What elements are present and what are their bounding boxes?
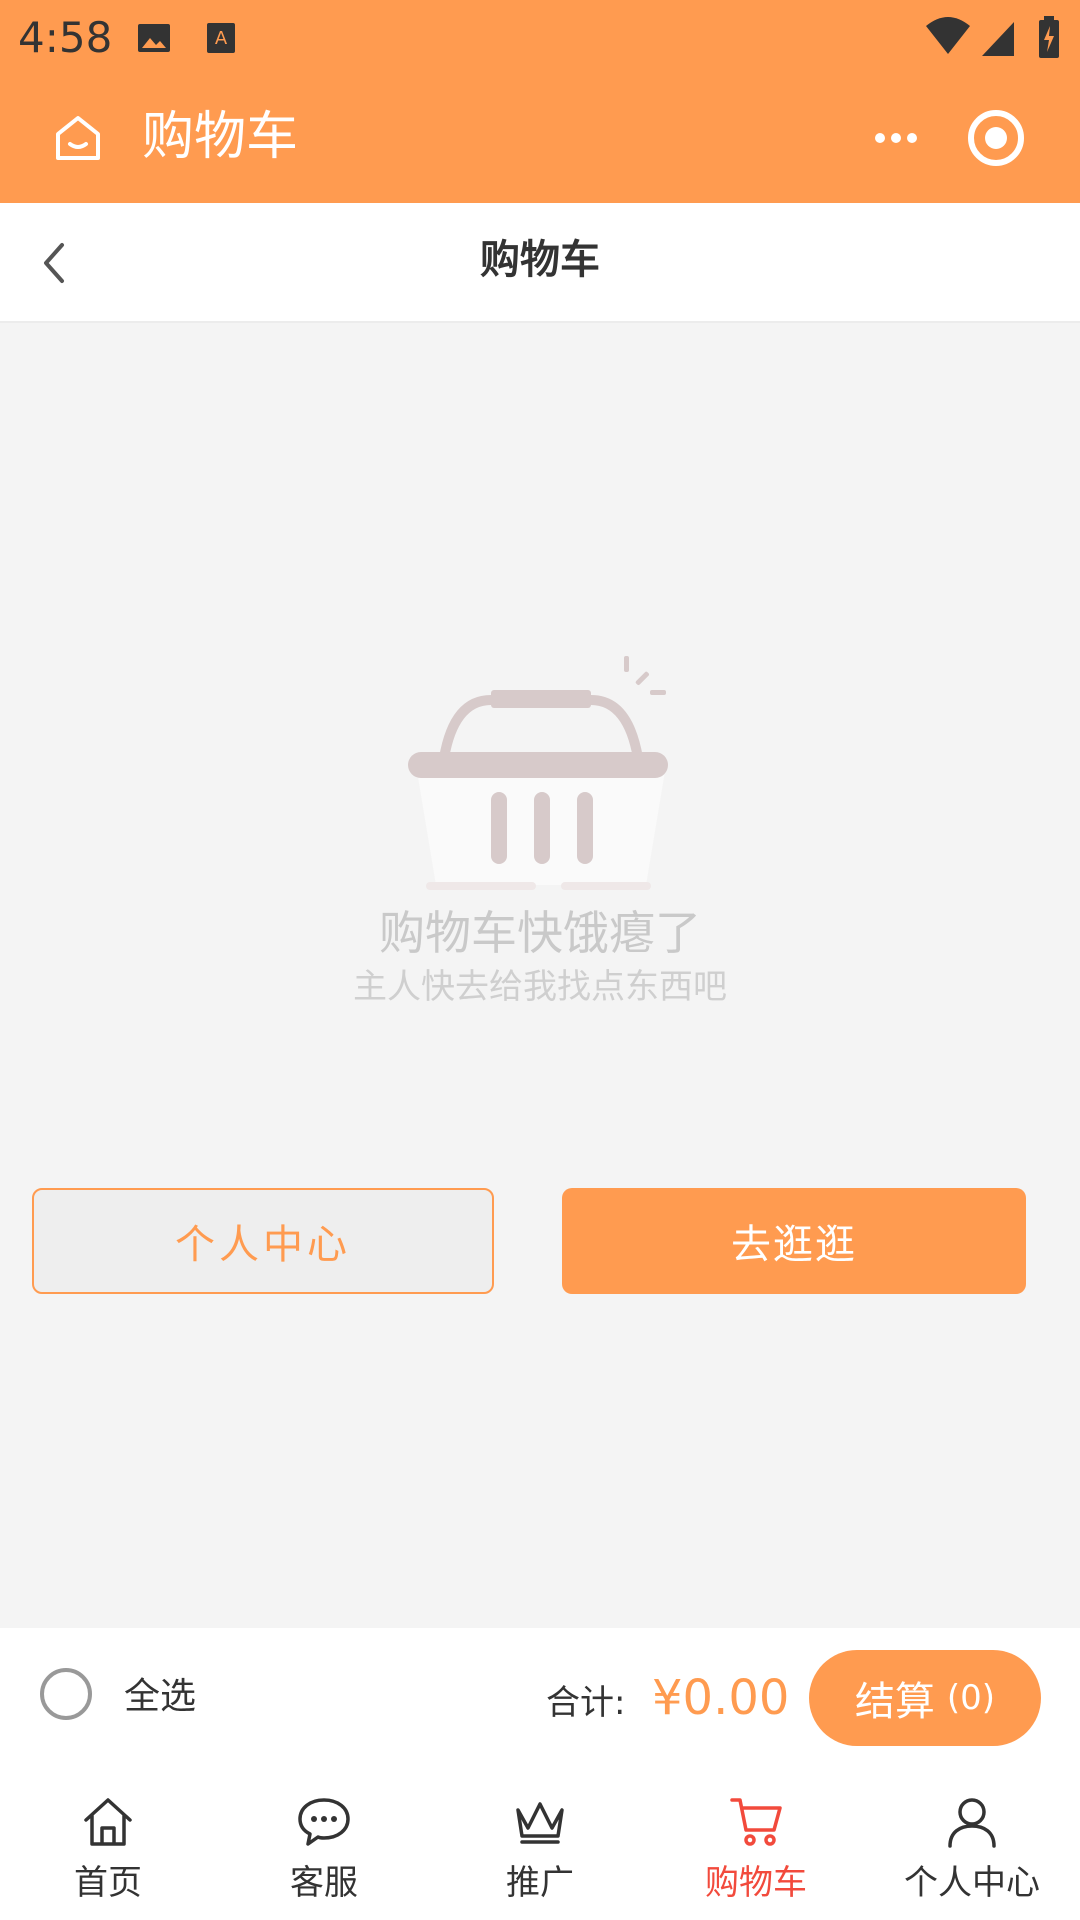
nav-label-cart: 购物车 (705, 1863, 807, 1903)
profile-button[interactable]: 个人中心 (32, 1188, 494, 1294)
empty-title: 购物车快饿瘪了 (379, 906, 701, 960)
checkout-button[interactable]: 结算 (0) (809, 1650, 1041, 1746)
home-icon (84, 1798, 132, 1846)
go-shopping-button[interactable]: 去逛逛 (562, 1188, 1026, 1294)
total-amount: ¥0.00 (652, 1670, 790, 1726)
signal-icon (982, 22, 1014, 56)
battery-icon (1039, 16, 1059, 58)
close-mini-program-icon[interactable] (966, 108, 1026, 168)
chat-icon (298, 1798, 350, 1846)
nav-item-cart[interactable]: 购物车 (648, 1770, 864, 1920)
checkout-button-label: 结算 (854, 1679, 935, 1725)
user-icon (948, 1798, 996, 1848)
total-label: 合计: (546, 1683, 626, 1723)
more-icon[interactable] (870, 118, 922, 158)
app-title: 购物车 (142, 107, 299, 167)
wifi-icon (926, 17, 970, 54)
checkout-button-count: (0) (946, 1678, 996, 1718)
select-all-label[interactable]: 全选 (124, 1672, 196, 1722)
page-title: 购物车 (480, 237, 600, 283)
status-time: 4:58 (18, 13, 113, 62)
nav-label-promotion: 推广 (506, 1863, 574, 1903)
crown-icon (516, 1802, 564, 1844)
keyboard-notification-icon: A (207, 23, 235, 53)
nav-item-service[interactable]: 客服 (216, 1770, 432, 1920)
nav-label-home: 首页 (74, 1863, 142, 1903)
cart-icon (730, 1798, 782, 1846)
select-all-checkbox[interactable] (40, 1668, 92, 1720)
empty-basket-icon (408, 656, 668, 890)
nav-item-promotion[interactable]: 推广 (432, 1770, 648, 1920)
svg-text:A: A (215, 28, 228, 49)
image-notification-icon (138, 24, 170, 52)
nav-item-profile[interactable]: 个人中心 (864, 1770, 1080, 1920)
empty-subtitle: 主人快去给我找点东西吧 (353, 967, 727, 1007)
nav-label-service: 客服 (290, 1863, 358, 1903)
nav-label-profile: 个人中心 (904, 1863, 1040, 1903)
nav-item-home[interactable]: 首页 (0, 1770, 216, 1920)
home-icon[interactable] (52, 112, 104, 164)
